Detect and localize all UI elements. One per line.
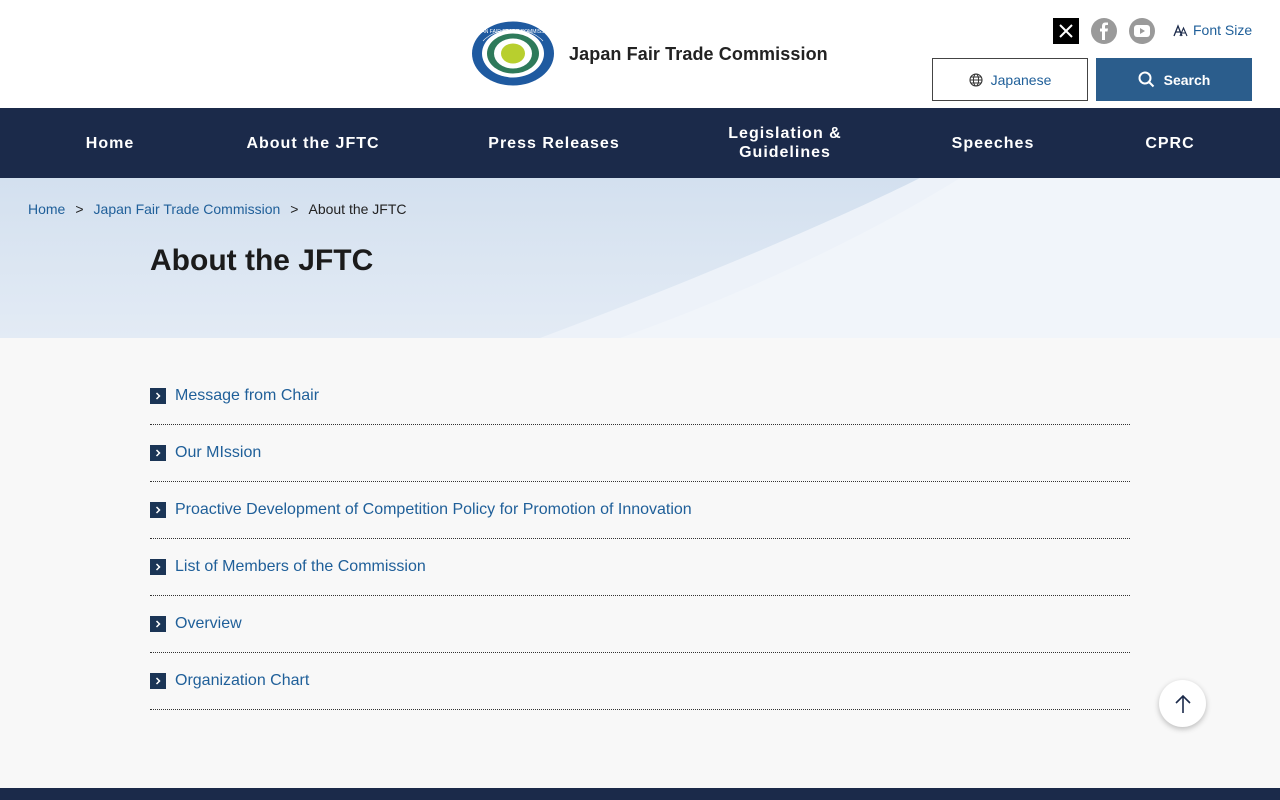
nav-item-about[interactable]: About the JFTC (223, 108, 403, 178)
jftc-logo[interactable]: JAPAN FAIR TRADE COMMISSION (471, 21, 555, 86)
list-item[interactable]: Overview (150, 596, 1130, 653)
chevron-right-icon (150, 388, 166, 404)
list-item[interactable]: Proactive Development of Competition Pol… (150, 482, 1130, 539)
font-size-icon (1173, 23, 1188, 36)
link-competition-policy[interactable]: Proactive Development of Competition Pol… (175, 501, 692, 519)
breadcrumb: Home > Japan Fair Trade Commission > Abo… (28, 201, 407, 217)
link-message-from-chair[interactable]: Message from Chair (175, 387, 319, 405)
page-title: About the JFTC (150, 244, 374, 277)
about-links-list: Message from Chair Our MIssion Proactive… (150, 368, 1130, 710)
logo-ring-text: JAPAN FAIR TRADE COMMISSION (473, 29, 554, 35)
nav-item-press-releases[interactable]: Press Releases (464, 108, 644, 178)
breadcrumb-home[interactable]: Home (28, 201, 65, 217)
search-icon (1138, 71, 1154, 88)
link-members-list[interactable]: List of Members of the Commission (175, 558, 426, 576)
list-item[interactable]: List of Members of the Commission (150, 539, 1130, 596)
search-button-label: Search (1163, 71, 1211, 88)
site-title[interactable]: Japan Fair Trade Commission (569, 44, 828, 65)
breadcrumb-separator: > (75, 201, 84, 217)
nav-item-legislation[interactable]: Legislation & Guidelines (700, 108, 870, 178)
youtube-icon[interactable] (1129, 18, 1155, 44)
back-to-top-button[interactable] (1159, 680, 1206, 727)
main-nav: Home About the JFTC Press Releases Legis… (0, 108, 1280, 178)
link-organization-chart[interactable]: Organization Chart (175, 672, 309, 690)
chevron-right-icon (150, 502, 166, 518)
chevron-right-icon (150, 445, 166, 461)
breadcrumb-current: About the JFTC (308, 201, 407, 217)
page-hero: Home > Japan Fair Trade Commission > Abo… (0, 178, 1280, 338)
chevron-right-icon (150, 673, 166, 689)
language-button-label: Japanese (990, 71, 1052, 88)
list-item[interactable]: Message from Chair (150, 368, 1130, 425)
search-button[interactable]: Search (1096, 58, 1252, 101)
site-header: JAPAN FAIR TRADE COMMISSION Japan Fair T… (0, 0, 1280, 108)
nav-item-home[interactable]: Home (50, 108, 170, 178)
link-overview[interactable]: Overview (175, 615, 242, 633)
arrow-up-icon (1174, 694, 1191, 713)
globe-icon (969, 72, 983, 87)
chevron-right-icon (150, 616, 166, 632)
breadcrumb-separator: > (290, 201, 299, 217)
breadcrumb-jftc[interactable]: Japan Fair Trade Commission (94, 201, 281, 217)
list-item[interactable]: Our MIssion (150, 425, 1130, 482)
facebook-icon[interactable] (1091, 18, 1117, 44)
list-item[interactable]: Organization Chart (150, 653, 1130, 710)
link-our-mission[interactable]: Our MIssion (175, 444, 261, 462)
font-size-label: Font Size (1193, 22, 1253, 38)
chevron-right-icon (150, 559, 166, 575)
language-button[interactable]: Japanese (932, 58, 1088, 101)
font-size-control[interactable]: Font Size (1173, 22, 1252, 38)
x-icon[interactable] (1053, 18, 1079, 44)
nav-item-cprc[interactable]: CPRC (1120, 108, 1220, 178)
footer-bar (0, 788, 1280, 800)
nav-item-speeches[interactable]: Speeches (923, 108, 1063, 178)
